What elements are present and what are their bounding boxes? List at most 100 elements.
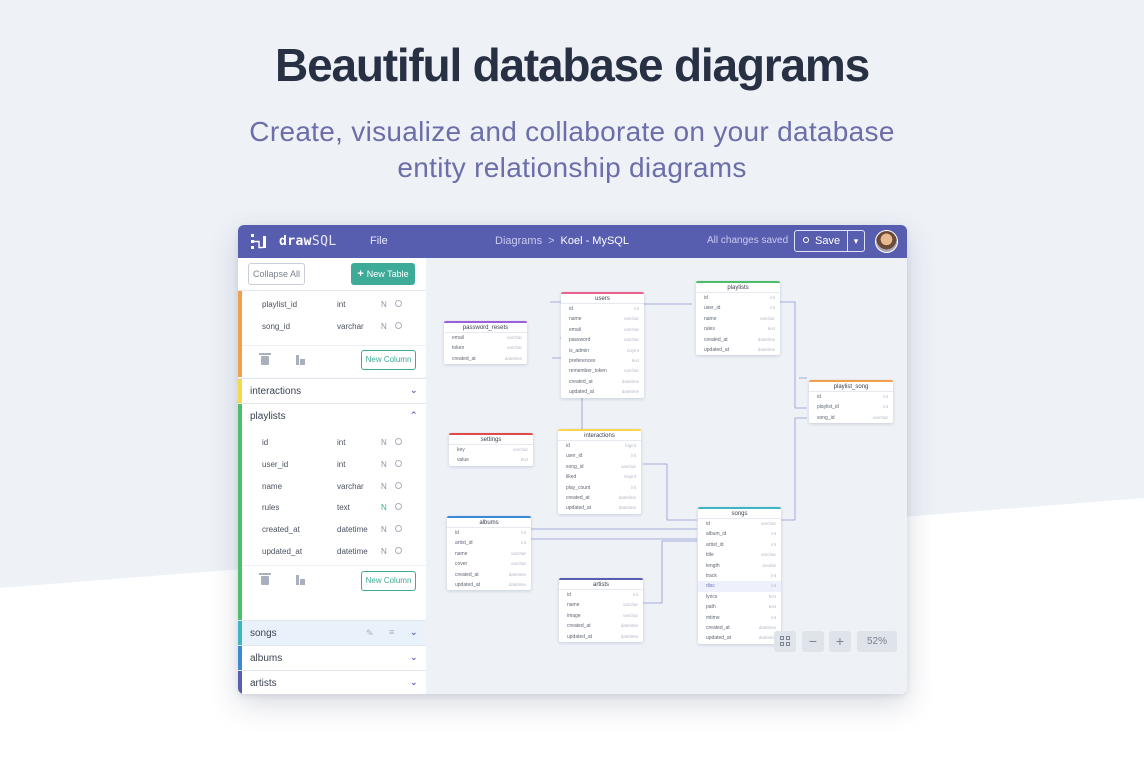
app-logo-text[interactable]: drawSQL <box>279 234 337 249</box>
erd-field[interactable]: user_id int <box>558 451 641 461</box>
index-icon[interactable] <box>296 575 305 585</box>
unique-radio[interactable] <box>395 322 402 329</box>
fit-view-button[interactable] <box>774 631 796 652</box>
nullable-toggle[interactable]: N <box>381 438 387 447</box>
erd-field[interactable]: disc int <box>698 581 781 592</box>
erd-field[interactable]: created_at datetime <box>698 623 781 633</box>
save-options-dropdown[interactable]: ▾ <box>847 230 865 252</box>
column-row[interactable]: user_id int N <box>242 454 426 475</box>
erd-table-title[interactable]: playlist_song <box>809 382 893 392</box>
column-type[interactable]: datetime <box>337 525 368 534</box>
erd-field[interactable]: track int <box>698 571 781 581</box>
erd-field[interactable]: name varchar <box>561 314 644 324</box>
column-type[interactable]: int <box>337 460 345 469</box>
column-name[interactable]: created_at <box>262 525 300 534</box>
erd-table-title[interactable]: interactions <box>558 431 641 441</box>
erd-field[interactable]: id int <box>809 392 893 402</box>
erd-table-playlists[interactable]: playlists id int user_id int name varchar rules… <box>696 281 780 356</box>
unique-radio[interactable] <box>395 481 402 489</box>
nullable-toggle[interactable]: N <box>381 482 387 491</box>
new-table-button[interactable]: + New Table <box>351 263 415 285</box>
column-row[interactable]: updated_at datetime N <box>242 541 426 562</box>
erd-table-albums[interactable]: albums id int artist_id int name varchar cover v… <box>447 516 531 591</box>
erd-table-playlist-song[interactable]: playlist_song id int playlist_id int song_id v… <box>809 380 893 424</box>
column-row[interactable]: rules text N <box>242 497 426 518</box>
diagram-canvas[interactable]: password_resets email varchar token varchar c… <box>427 258 907 694</box>
new-column-button[interactable]: New Column <box>361 571 416 591</box>
erd-field[interactable]: album_id int <box>698 529 781 539</box>
erd-field[interactable]: id varchar <box>698 519 781 529</box>
nullable-toggle[interactable]: N <box>381 460 387 469</box>
erd-field[interactable]: id bigint <box>558 441 641 451</box>
sidebar-table-songs[interactable]: songs ✎ ≡ ⌄ <box>238 620 426 645</box>
column-name[interactable]: name <box>262 482 282 491</box>
erd-field[interactable]: user_id int <box>696 303 780 313</box>
erd-field[interactable]: id int <box>559 590 643 600</box>
erd-table-title[interactable]: artists <box>559 580 643 590</box>
unique-radio[interactable] <box>395 525 402 533</box>
user-avatar[interactable] <box>875 230 898 253</box>
column-name[interactable]: user_id <box>262 460 288 469</box>
column-name[interactable]: rules <box>262 503 279 512</box>
erd-field[interactable]: updated_at datetime <box>447 580 531 590</box>
erd-field[interactable]: updated_at datetime <box>559 632 643 642</box>
erd-table-songs[interactable]: songs id varchar album_id int artist_id int tit… <box>698 507 781 644</box>
erd-field[interactable]: id int <box>561 304 644 314</box>
erd-table-settings[interactable]: settings key varchar value text <box>449 433 533 466</box>
erd-field[interactable]: preferences text <box>561 356 644 366</box>
breadcrumb-diagrams-link[interactable]: Diagrams <box>495 235 542 247</box>
chevron-down-icon[interactable]: ⌄ <box>410 677 418 688</box>
nullable-toggle[interactable]: N <box>381 300 387 309</box>
erd-field[interactable]: created_at datetime <box>696 335 780 345</box>
sidebar-table-interactions[interactable]: interactions ⌄ <box>238 378 426 403</box>
erd-table-title[interactable]: settings <box>449 435 533 445</box>
menu-icon[interactable]: ≡ <box>389 627 394 637</box>
erd-field[interactable]: name varchar <box>559 600 643 610</box>
chevron-down-icon[interactable]: ⌄ <box>410 627 418 638</box>
erd-field[interactable]: token varchar <box>444 343 527 353</box>
erd-field[interactable]: created_at datetime <box>559 621 643 631</box>
column-name[interactable]: song_id <box>262 322 290 331</box>
erd-field[interactable]: updated_at datetime <box>698 633 781 643</box>
erd-field[interactable]: play_count int <box>558 483 641 493</box>
column-name[interactable]: updated_at <box>262 547 302 556</box>
unique-radio[interactable] <box>395 459 402 467</box>
save-button[interactable]: Save <box>794 230 848 252</box>
unique-radio[interactable] <box>395 547 402 554</box>
erd-field[interactable]: song_id varchar <box>558 462 641 472</box>
chevron-down-icon[interactable]: ⌄ <box>410 652 418 663</box>
column-type[interactable]: int <box>337 438 345 447</box>
erd-field[interactable]: key varchar <box>449 445 533 455</box>
erd-table-interactions[interactable]: interactions id bigint user_id int song_id var… <box>558 429 641 514</box>
collapse-all-button[interactable]: Collapse All <box>248 263 305 285</box>
sidebar-table-playlists[interactable]: playlists ⌃ <box>238 403 426 428</box>
column-row[interactable]: song_id varchar N <box>242 316 426 337</box>
new-column-button[interactable]: New Column <box>361 350 416 370</box>
column-row[interactable]: id int N <box>242 432 426 453</box>
erd-field[interactable]: password varchar <box>561 335 644 345</box>
erd-field[interactable]: created_at datetime <box>447 570 531 580</box>
erd-table-title[interactable]: password_resets <box>444 323 527 333</box>
erd-field[interactable]: cover varchar <box>447 559 531 569</box>
erd-field[interactable]: value text <box>449 455 533 465</box>
erd-field[interactable]: length double <box>698 561 781 571</box>
erd-field[interactable]: lyrics text <box>698 592 781 602</box>
erd-field[interactable]: updated_at datetime <box>558 503 641 513</box>
column-name[interactable]: id <box>262 438 268 447</box>
unique-radio[interactable] <box>395 300 402 307</box>
erd-field[interactable]: email varchar <box>444 333 527 343</box>
pencil-icon[interactable]: ✎ <box>366 628 374 639</box>
column-row[interactable]: playlist_id int N <box>242 294 426 315</box>
erd-table-title[interactable]: users <box>561 294 644 304</box>
nullable-toggle[interactable]: N <box>381 547 387 556</box>
index-icon[interactable] <box>296 355 305 365</box>
zoom-in-button[interactable]: + <box>829 631 851 652</box>
erd-field[interactable]: liked tinyint <box>558 472 641 482</box>
erd-table-title[interactable]: playlists <box>696 283 780 293</box>
zoom-out-button[interactable]: − <box>802 631 824 652</box>
erd-field[interactable]: artist_id int <box>698 540 781 550</box>
erd-field[interactable]: created_at datetime <box>558 493 641 503</box>
zoom-level[interactable]: 52% <box>857 631 897 652</box>
column-name[interactable]: playlist_id <box>262 300 297 309</box>
column-row[interactable]: name varchar N <box>242 476 426 497</box>
